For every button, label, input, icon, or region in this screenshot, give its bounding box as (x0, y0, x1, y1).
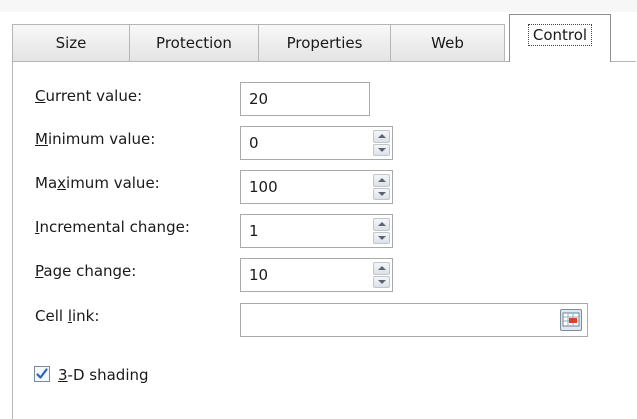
tab-web[interactable]: Web (390, 24, 505, 61)
spin-up-icon[interactable] (373, 130, 390, 143)
tab-label: Protection (156, 34, 232, 52)
tab-properties[interactable]: Properties (258, 24, 391, 61)
tab-size[interactable]: Size (12, 24, 130, 61)
page-change-spinner[interactable] (373, 262, 390, 288)
spin-up-icon[interactable] (373, 174, 390, 187)
minimum-value-label: Minimum value: (35, 130, 156, 148)
incremental-change-input[interactable]: 1 (240, 214, 393, 248)
spin-down-icon[interactable] (373, 231, 390, 244)
current-value-text: 20 (249, 90, 269, 108)
range-selector-icon[interactable] (560, 309, 582, 331)
page-change-text: 10 (249, 266, 269, 284)
spin-down-icon[interactable] (373, 143, 390, 156)
minimum-value-text: 0 (249, 134, 259, 152)
tab-label: Properties (286, 34, 363, 52)
maximum-value-spinner[interactable] (373, 174, 390, 200)
incremental-change-spinner[interactable] (373, 218, 390, 244)
tab-label: Web (431, 34, 464, 52)
shading-checkbox[interactable] (34, 366, 50, 382)
cell-link-input[interactable] (240, 303, 588, 337)
current-value-input[interactable]: 20 (240, 82, 370, 116)
minimum-value-input[interactable]: 0 (240, 126, 393, 160)
tab-protection[interactable]: Protection (129, 24, 259, 61)
shading-label[interactable]: 3-D shading (58, 366, 149, 384)
page-change-label: Page change: (35, 262, 137, 280)
maximum-value-text: 100 (249, 178, 278, 196)
tab-label: Control (527, 23, 593, 46)
tab-control[interactable]: Control (509, 14, 611, 62)
maximum-value-input[interactable]: 100 (240, 170, 393, 204)
incremental-change-text: 1 (249, 222, 259, 240)
minimum-value-spinner[interactable] (373, 130, 390, 156)
spin-up-icon[interactable] (373, 218, 390, 231)
page-change-input[interactable]: 10 (240, 258, 393, 292)
tab-label: Size (55, 34, 87, 52)
current-value-label: Current value: (35, 87, 143, 105)
maximum-value-label: Maximum value: (35, 174, 160, 192)
incremental-change-label: Incremental change: (35, 218, 190, 236)
spin-up-icon[interactable] (373, 262, 390, 275)
checkmark-icon (36, 368, 48, 379)
spin-down-icon[interactable] (373, 187, 390, 200)
cell-link-label: Cell link: (35, 307, 100, 325)
spin-down-icon[interactable] (373, 275, 390, 288)
dialog-top-strip (0, 0, 637, 12)
